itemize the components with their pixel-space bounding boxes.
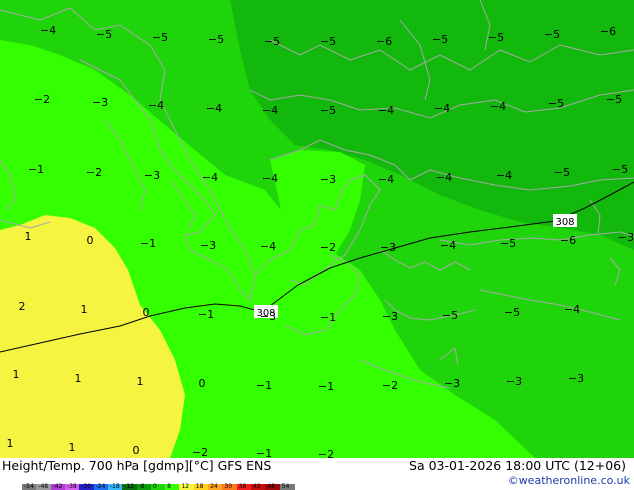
temperature-label: −3 — [380, 241, 396, 254]
scale-tick-label: 30 — [224, 483, 233, 490]
temperature-label: −3 — [260, 310, 276, 323]
temperature-label: −5 — [208, 33, 224, 46]
scale-tick-label: 38 — [238, 483, 247, 490]
temperature-label: −1 — [256, 447, 272, 458]
temperature-label: −3 — [444, 377, 460, 390]
scale-tick-label: 18 — [195, 483, 204, 490]
temperature-label: −6 — [600, 25, 616, 38]
temperature-label: −1 — [28, 163, 44, 176]
temperature-label: 1 — [81, 303, 88, 316]
temperature-label: −4 — [378, 104, 394, 117]
weather-map: 308 308 −4 −5 −5 −5 −5 −5 −6 −5 −5 −5 −6 −2 −3 −4 −4 −4−… — [0, 0, 634, 461]
scale-tick-label: 24 — [210, 483, 218, 490]
temperature-label: −5 — [320, 35, 336, 48]
svg-text:308: 308 — [555, 217, 574, 228]
scale-tick-label: 0 — [152, 483, 157, 490]
temperature-label: −5 — [152, 31, 168, 44]
scale-tick-label: -54 — [24, 483, 34, 490]
temperature-label: −2 — [320, 241, 336, 254]
temperature-label: −5 — [612, 163, 628, 176]
temperature-label: −6 — [560, 234, 576, 247]
map-title: Height/Temp. 700 hPa [gdmp][°C] GFS ENS — [2, 458, 272, 473]
temperature-label: −4 — [262, 172, 278, 185]
temperature-label: 1 — [69, 441, 76, 454]
credit-link[interactable]: ©weatheronline.co.uk — [508, 474, 630, 487]
scale-tick-label: -48 — [38, 483, 49, 490]
temperature-label: −4 — [490, 100, 506, 113]
temperature-label: −4 — [206, 102, 222, 115]
temperature-label: −3 — [92, 96, 108, 109]
scale-tick-label: 8 — [167, 483, 171, 490]
temperature-label: −4 — [440, 239, 456, 252]
temperature-label: −5 — [606, 93, 622, 106]
temperature-label: −5 — [544, 28, 560, 41]
temperature-label: −4 — [262, 104, 278, 117]
temperature-label: 2 — [19, 300, 26, 313]
scale-tick-label: 48 — [267, 483, 275, 490]
temperature-label: 1 — [7, 437, 14, 450]
temperature-label: −1 — [318, 380, 334, 393]
scale-tick-label: 42 — [253, 483, 261, 490]
temperature-label: −5 — [96, 28, 112, 41]
temperature-label: −5 — [320, 104, 336, 117]
temperature-label: 1 — [75, 372, 82, 385]
temperature-label: −3 — [200, 239, 216, 252]
scale-tick-label: 12 — [181, 483, 190, 490]
temperature-label: −4 — [40, 24, 56, 37]
temperature-label: −3 — [506, 375, 522, 388]
temperature-label: −4 — [496, 169, 512, 182]
scale-tick-label: -38 — [66, 483, 77, 490]
temperature-label: −2 — [86, 166, 102, 179]
temperature-label: −3 — [382, 310, 398, 323]
temperature-label: −3 — [320, 173, 336, 186]
temperature-label: −5 — [442, 309, 458, 322]
temperature-label: −2 — [192, 446, 208, 458]
temperature-label: −5 — [432, 33, 448, 46]
temperature-label: −2 — [34, 93, 50, 106]
temperature-label: −4 — [202, 171, 218, 184]
temperature-label: −4 — [564, 303, 580, 316]
temperature-label: 0 — [143, 306, 150, 319]
temperature-label: 0 — [87, 234, 94, 247]
temperature-label: −2 — [382, 379, 398, 392]
scale-tick-label: -8 — [138, 483, 145, 490]
temperature-label: −5 — [488, 31, 504, 44]
scale-tick-label: -12 — [124, 483, 135, 490]
scale-tick-label: -30 — [81, 483, 92, 490]
temperature-label: 0 — [133, 444, 140, 457]
temperature-label: 1 — [25, 230, 32, 243]
scale-tick-label: -24 — [95, 483, 106, 490]
temperature-label: −5 — [548, 97, 564, 110]
temperature-label: −1 — [198, 308, 214, 321]
temperature-label: −5 — [504, 306, 520, 319]
contour-label: 308 — [553, 214, 577, 228]
temperature-label: −5 — [500, 237, 516, 250]
temperature-label: −6 — [376, 35, 392, 48]
temperature-label: −4 — [378, 173, 394, 186]
temperature-label: 0 — [199, 377, 206, 390]
temperature-label: −4 — [260, 240, 276, 253]
temperature-label: −3 — [144, 169, 160, 182]
temperature-label: −4 — [436, 171, 452, 184]
scale-tick-label: 54 — [281, 483, 290, 490]
temperature-label: −1 — [140, 237, 156, 250]
temperature-label: −1 — [256, 379, 272, 392]
scale-tick-label: -42 — [52, 483, 63, 490]
scale-tick-label: -18 — [109, 483, 120, 490]
temperature-label: −4 — [148, 99, 164, 112]
temperature-label: −1 — [320, 311, 336, 324]
map-datetime: Sa 03-01-2026 18:00 UTC (12+06) — [409, 458, 626, 473]
temperature-label: −2 — [318, 448, 334, 458]
temperature-label: −3 — [618, 231, 634, 244]
temperature-label: −3 — [568, 372, 584, 385]
temperature-label: −5 — [554, 166, 570, 179]
temperature-label: −4 — [434, 102, 450, 115]
temperature-label: 1 — [137, 375, 144, 388]
temperature-label: −5 — [264, 35, 280, 48]
temperature-label: 1 — [13, 368, 20, 381]
